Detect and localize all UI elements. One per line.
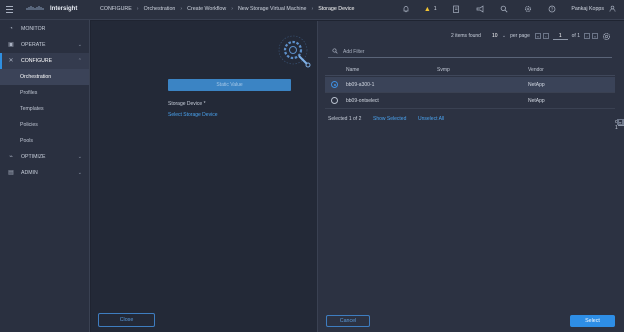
sidebar-item-admin[interactable]: ▤ ADMIN ⌄ <box>0 165 89 181</box>
search-icon <box>332 47 338 56</box>
filter-placeholder: Add Filter <box>343 48 365 55</box>
add-filter-input[interactable]: Add Filter <box>328 46 612 58</box>
sidebar-item-optimize[interactable]: ⌁ OPTIMIZE ⌄ <box>0 149 89 165</box>
table-row[interactable]: bb09-a300-1 NetApp <box>325 77 615 93</box>
column-header-svmp[interactable]: Svmp <box>437 67 450 73</box>
chevron-down-icon: ⌄ <box>501 33 507 39</box>
sidebar-item-label: OPTIMIZE <box>21 154 46 160</box>
chevron-down-icon: ⌄ <box>77 170 82 176</box>
show-selected-link[interactable]: Show Selected <box>373 116 406 122</box>
alert-count: 1 <box>433 6 437 12</box>
search-icon[interactable] <box>499 4 509 14</box>
cell-name: bb09-a300-1 <box>346 82 375 88</box>
sidebar-item-label: ADMIN <box>21 170 38 176</box>
storage-device-label: Storage Device * <box>168 101 206 107</box>
cell-name: bb09-ontselect <box>346 98 379 104</box>
top-actions: ▲ 1 ? Pankaj Kopps <box>387 4 616 14</box>
table-pager-top: 2 items found 10 ⌄ per page « ‹ 1 of 1 ›… <box>320 30 620 42</box>
select-button[interactable]: Select <box>570 315 615 327</box>
help-icon[interactable]: ? <box>547 4 557 14</box>
sidebar-item-label: OPERATE <box>21 42 46 48</box>
app-logo[interactable]: Intersight <box>26 5 77 12</box>
sidebar-item-label: MONITOR <box>21 26 46 32</box>
hamburger-menu-icon[interactable] <box>6 6 13 13</box>
sidebar-subitem-pools[interactable]: Pools <box>0 133 89 149</box>
breadcrumb-item[interactable]: Orchestration <box>144 6 176 12</box>
selected-count: Selected 1 of 2 <box>328 116 362 122</box>
page-number-input[interactable]: 1 <box>552 33 568 40</box>
bell-icon[interactable] <box>401 4 411 14</box>
alert-indicator[interactable]: ▲ 1 <box>423 4 437 14</box>
sidebar-subitem-profiles[interactable]: Profiles <box>0 85 89 101</box>
unselect-all-link[interactable]: Unselect All <box>418 116 444 122</box>
column-header-name[interactable]: Name <box>346 67 359 73</box>
configure-icon: ✕ <box>8 58 14 64</box>
cell-vendor: NetApp <box>528 82 545 88</box>
prev-page-button[interactable]: ‹ <box>542 33 549 39</box>
breadcrumb-current: Storage Device <box>318 6 355 12</box>
select-storage-device-link[interactable]: Select Storage Device <box>168 112 217 118</box>
cancel-button[interactable]: Cancel <box>326 315 370 327</box>
top-bar: Intersight CONFIGURE › Orchestration › C… <box>0 0 624 20</box>
last-page-button[interactable]: » <box>592 33 598 39</box>
sidebar-item-label: CONFIGURE <box>21 58 53 64</box>
breadcrumb-item[interactable]: CONFIGURE <box>100 6 132 12</box>
cell-vendor: NetApp <box>528 98 545 104</box>
optimize-icon: ⌁ <box>9 154 13 160</box>
page-of-label: of 1 <box>571 33 580 39</box>
svg-text:?: ? <box>551 7 554 12</box>
items-found: 2 items found <box>450 33 481 39</box>
last-page-button[interactable]: » <box>617 119 623 125</box>
sidebar-subitem-orchestration[interactable]: Orchestration <box>0 69 89 85</box>
app-name: Intersight <box>50 5 78 12</box>
per-page-label: per page <box>510 33 530 39</box>
cisco-logo-icon <box>26 6 44 10</box>
admin-icon: ▤ <box>8 170 14 176</box>
user-menu[interactable]: Pankaj Kopps <box>571 5 616 14</box>
sidebar-subitem-templates[interactable]: Templates <box>0 101 89 117</box>
sidebar-item-operate[interactable]: ▣ OPERATE ⌄ <box>0 37 89 53</box>
warning-icon: ▲ <box>423 5 431 13</box>
row-radio[interactable] <box>331 97 338 104</box>
sidebar-item-configure[interactable]: ✕ CONFIGURE ⌃ <box>0 53 89 69</box>
user-icon <box>609 5 616 14</box>
chevron-right-icon: › <box>136 6 139 12</box>
breadcrumb-item[interactable]: Create Workflow <box>187 6 226 12</box>
monitor-icon: ◔ <box>9 26 13 32</box>
table-footer: Selected 1 of 2 Show Selected Unselect A… <box>325 112 624 131</box>
table-header: Name Svmp Vendor <box>325 64 615 76</box>
chevron-right-icon: › <box>231 6 233 12</box>
workflow-gear-icon <box>275 30 315 70</box>
table-row[interactable]: bb09-ontselect NetApp <box>325 93 615 109</box>
per-page-select[interactable]: 10 ⌄ <box>492 33 506 39</box>
next-page-button[interactable]: › <box>584 33 590 39</box>
megaphone-icon[interactable] <box>475 4 485 14</box>
column-header-vendor[interactable]: Vendor <box>528 67 544 73</box>
chevron-right-icon: › <box>311 6 314 12</box>
per-page-value: 10 <box>491 33 498 39</box>
static-value-button[interactable]: Static Value <box>168 79 291 91</box>
table-settings-gear-icon[interactable] <box>602 32 611 41</box>
chevron-down-icon: ⌄ <box>77 42 82 48</box>
chevron-up-icon: ⌃ <box>77 58 82 64</box>
clipboard-icon[interactable] <box>451 4 461 14</box>
breadcrumb: CONFIGURE › Orchestration › Create Workf… <box>100 6 354 12</box>
first-page-button[interactable]: « <box>534 33 541 39</box>
row-radio-selected[interactable] <box>331 81 338 88</box>
chevron-right-icon: › <box>180 6 183 12</box>
operate-icon: ▣ <box>8 42 14 48</box>
gear-icon[interactable] <box>523 4 533 14</box>
sidebar-subitem-policies[interactable]: Policies <box>0 117 89 133</box>
close-button[interactable]: Close <box>98 313 155 327</box>
chevron-down-icon: ⌄ <box>77 154 82 160</box>
user-name: Pankaj Kopps <box>571 6 604 12</box>
sidebar: ◔ MONITOR ▣ OPERATE ⌄ ✕ CONFIGURE ⌃ Orch… <box>0 20 90 332</box>
sidebar-item-monitor[interactable]: ◔ MONITOR <box>0 21 89 37</box>
breadcrumb-item[interactable]: New Storage Virtual Machine <box>238 6 307 12</box>
